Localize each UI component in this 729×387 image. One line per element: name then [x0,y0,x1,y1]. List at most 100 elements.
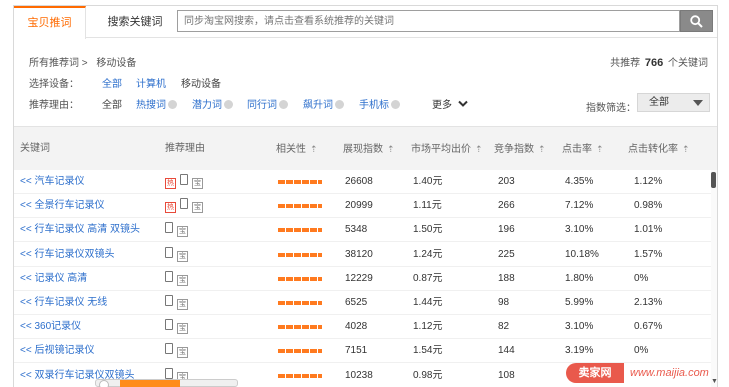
info-dot-icon [335,100,344,109]
chevron-down-icon [458,100,468,107]
cell-keyword[interactable]: << 行车记录仪 无线 [20,291,107,315]
table-row: << 行车记录仪 高清 双镜头 宝 5348 1.50元 196 3.10% 1.01% [14,218,717,243]
mobile-device-icon [165,222,173,234]
reason-tags: 宝 [165,218,192,242]
baby-tag: 宝 [192,202,203,214]
reason-tags: 宝 [165,315,192,339]
breadcrumb-root[interactable]: 所有推荐词 > [29,58,88,69]
cell-impressions: 10238 [345,369,373,381]
scrollbar-thumb[interactable] [711,172,716,188]
search-input[interactable] [178,11,679,31]
more-button[interactable]: 更多 [432,96,468,111]
col-impressions-label: 展现指数 [343,144,383,155]
breadcrumb: 所有推荐词 > 移动设备 [29,54,142,69]
search-button[interactable] [680,10,713,32]
col-avg-price[interactable]: 市场平均出价 ⇡ [411,127,483,171]
index-filter-select[interactable]: 全部 [637,93,710,112]
relevance-bar [278,325,322,330]
reason-tags: 热宝 [165,170,207,194]
col-ctr[interactable]: 点击率 ⇡ [562,127,604,171]
relevance-bar [278,180,322,184]
reason-potential-label: 潜力词 [192,100,222,111]
relevance-bar [278,373,322,378]
mobile-device-icon [180,198,188,210]
search-icon [690,14,703,28]
cell-price: 1.40元 [413,176,443,187]
cell-keyword[interactable]: << 360记录仪 [20,315,81,339]
col-reason: 推荐理由 [165,143,205,154]
col-relevance[interactable]: 相关性 ⇡ [276,127,318,171]
relevance-bar [278,204,322,209]
cell-price: 1.24元 [413,248,443,260]
col-competition[interactable]: 竞争指数 ⇡ [494,127,546,171]
watermark-logo: 卖家网 [566,363,624,383]
reason-rising-label: 飙升词 [303,100,333,111]
keyword-panel: 宝贝推词 搜索关键词 所有推荐词 > 移动设备 共推荐 766 个关键词 选择设… [13,5,718,387]
device-label: 选择设备： [29,79,79,90]
scrollbar-track[interactable] [711,170,717,387]
device-option-mobile[interactable]: 移动设备 [181,75,221,90]
reason-option-peer[interactable]: 同行词 [247,96,288,111]
table-row: << 汽车记录仪热宝 26608 1.40元 203 4.35% 1.12% [14,170,717,194]
cell-keyword[interactable]: << 后视镜记录仪 [20,339,94,363]
device-option-all[interactable]: 全部 [102,75,122,90]
reason-tags: 宝 [165,339,192,363]
cell-impressions: 4028 [345,321,368,333]
watermark-url: www.maijia.com [630,367,709,379]
reason-option-rising[interactable]: 飙升词 [303,96,344,111]
reason-option-hot[interactable]: 热搜词 [136,96,177,111]
cell-keyword[interactable]: << 汽车记录仪 [20,170,84,194]
col-impressions[interactable]: 展现指数 ⇡ [343,127,395,171]
cell-ctr: 3.19% [565,345,594,357]
hot-tag: 热 [165,178,176,189]
cell-impressions: 5348 [345,224,368,236]
cell-cvr: 1.12% [634,176,663,187]
mobile-device-icon [165,246,173,258]
index-filter-label: 指数筛选： [586,103,636,114]
reason-peer-label: 同行词 [247,100,277,111]
cell-competition: 108 [498,369,515,381]
mobile-device-icon [165,319,173,331]
reason-option-all[interactable]: 全部 [102,96,122,111]
reason-option-potential[interactable]: 潜力词 [192,96,233,111]
col-cvr[interactable]: 点击转化率 ⇡ [628,127,690,171]
more-label: 更多 [432,100,452,111]
reason-option-mobile[interactable]: 手机标 [359,96,400,111]
cell-impressions: 6525 [345,297,368,308]
cell-competition: 266 [498,200,515,212]
table-row: << 行车记录仪双镜头 宝 38120 1.24元 225 10.18% 1.57% [14,243,717,267]
cell-keyword[interactable]: << 全景行车记录仪 [20,194,104,218]
col-ctr-label: 点击率 [562,144,592,155]
col-cvr-label: 点击转化率 [628,144,678,155]
sort-arrow-icon: ⇡ [596,144,604,154]
sort-arrow-icon: ⇡ [387,144,395,154]
scroll-down-icon[interactable]: ▼ [711,378,717,386]
sort-arrow-icon: ⇡ [310,144,318,154]
reason-tags: 宝 [165,291,192,315]
cell-keyword[interactable]: << 行车记录仪双镜头 [20,243,114,267]
filter-area: 所有推荐词 > 移动设备 共推荐 766 个关键词 选择设备： 全部 计算机 移… [14,39,717,119]
caret-down-icon [693,100,703,106]
scroll-handle-icon[interactable] [99,380,109,387]
sort-arrow-icon: ⇡ [682,144,690,154]
relevance-bar [278,276,322,281]
mobile-device-icon [165,367,173,379]
hot-tag: 热 [165,202,176,214]
baby-tag: 宝 [177,250,188,262]
total-suffix: 个关键词 [668,58,708,69]
cell-ctr: 3.10% [565,321,594,333]
table-row: << 360记录仪 宝 4028 1.12元 82 3.10% 0.67% [14,315,717,340]
cell-impressions: 38120 [345,248,373,260]
cell-keyword[interactable]: << 行车记录仪 高清 双镜头 [20,218,140,242]
tab-search-keyword[interactable]: 搜索关键词 [100,6,170,38]
cell-price: 1.11元 [413,200,442,212]
cell-ctr: 1.80% [565,272,594,284]
sort-arrow-icon: ⇡ [538,144,546,154]
mobile-device-icon [165,270,173,282]
cell-cvr: 1.57% [634,248,663,260]
tab-item-recommend[interactable]: 宝贝推词 [14,6,86,39]
baby-tag: 宝 [177,323,188,335]
device-option-computer[interactable]: 计算机 [136,75,166,90]
cell-keyword[interactable]: << 记录仪 高清 [20,267,87,291]
mobile-device-icon [165,295,173,306]
